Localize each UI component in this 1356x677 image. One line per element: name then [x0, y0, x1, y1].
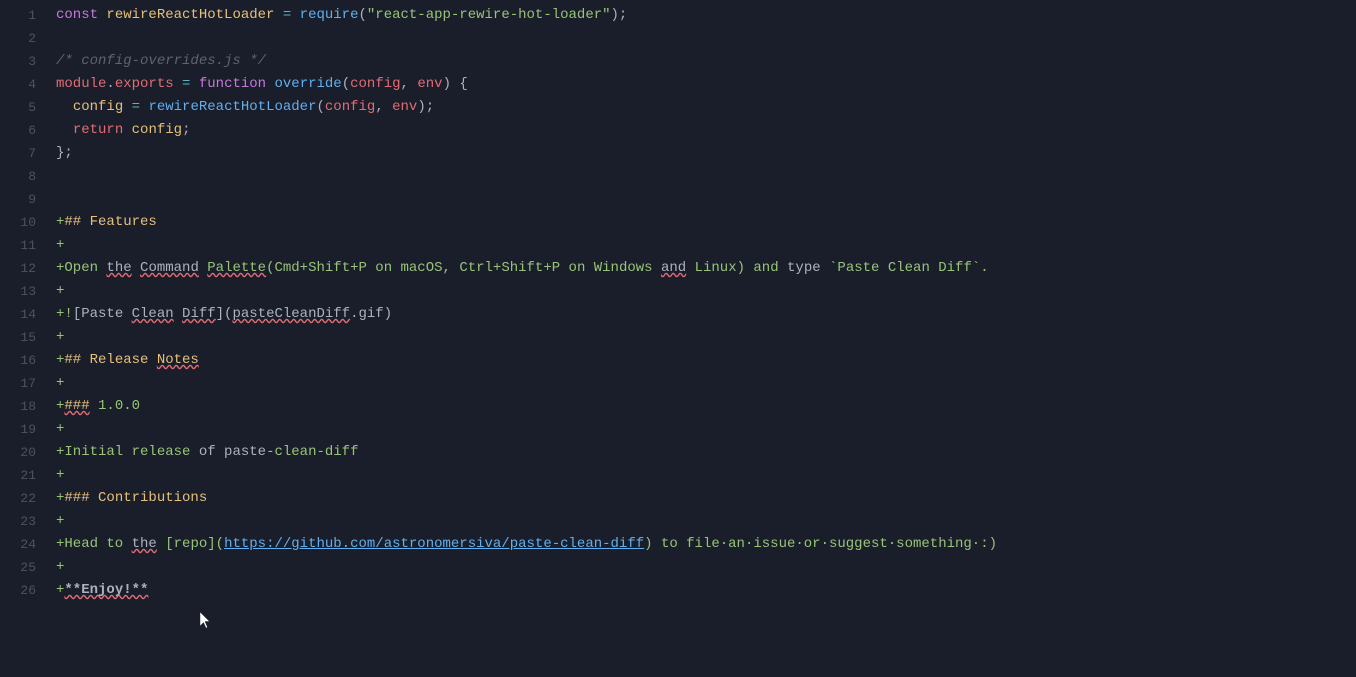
code-line-1: const rewireReactHotLoader = require("re… — [56, 4, 1356, 27]
line-numbers: 1 2 3 4 5 6 7 8 9 10 11 12 13 14 15 16 1… — [0, 4, 48, 673]
code-line-18: +### 1.0.0 — [56, 395, 1356, 418]
code-line-19: + — [56, 418, 1356, 441]
code-line-10: +## Features — [56, 211, 1356, 234]
code-line-15: + — [56, 326, 1356, 349]
code-line-25: + — [56, 556, 1356, 579]
code-line-26: +**Enjoy!** — [56, 579, 1356, 602]
code-line-16: +## Release Notes — [56, 349, 1356, 372]
code-editor[interactable]: 1 2 3 4 5 6 7 8 9 10 11 12 13 14 15 16 1… — [0, 0, 1356, 677]
code-line-24: +Head to the [repo](https://github.com/a… — [56, 533, 1356, 556]
code-line-21: + — [56, 464, 1356, 487]
code-line-7: }; — [56, 142, 1356, 165]
code-content[interactable]: const rewireReactHotLoader = require("re… — [48, 4, 1356, 673]
code-line-17: + — [56, 372, 1356, 395]
code-line-5: config = rewireReactHotLoader(config, en… — [56, 96, 1356, 119]
code-line-11: + — [56, 234, 1356, 257]
code-line-23: + — [56, 510, 1356, 533]
code-line-20: +Initial release of paste-clean-diff — [56, 441, 1356, 464]
code-line-3: /* config-overrides.js */ — [56, 50, 1356, 73]
code-line-13: + — [56, 280, 1356, 303]
code-line-14: +![Paste Clean Diff](pasteCleanDiff.gif) — [56, 303, 1356, 326]
code-line-22: +### Contributions — [56, 487, 1356, 510]
code-line-4: module.exports = function override(confi… — [56, 73, 1356, 96]
code-line-8 — [56, 165, 1356, 188]
code-line-6: return config; — [56, 119, 1356, 142]
code-line-12: +Open the Command Palette(Cmd+Shift+P on… — [56, 257, 1356, 280]
code-line-9 — [56, 188, 1356, 211]
code-line-2 — [56, 27, 1356, 50]
